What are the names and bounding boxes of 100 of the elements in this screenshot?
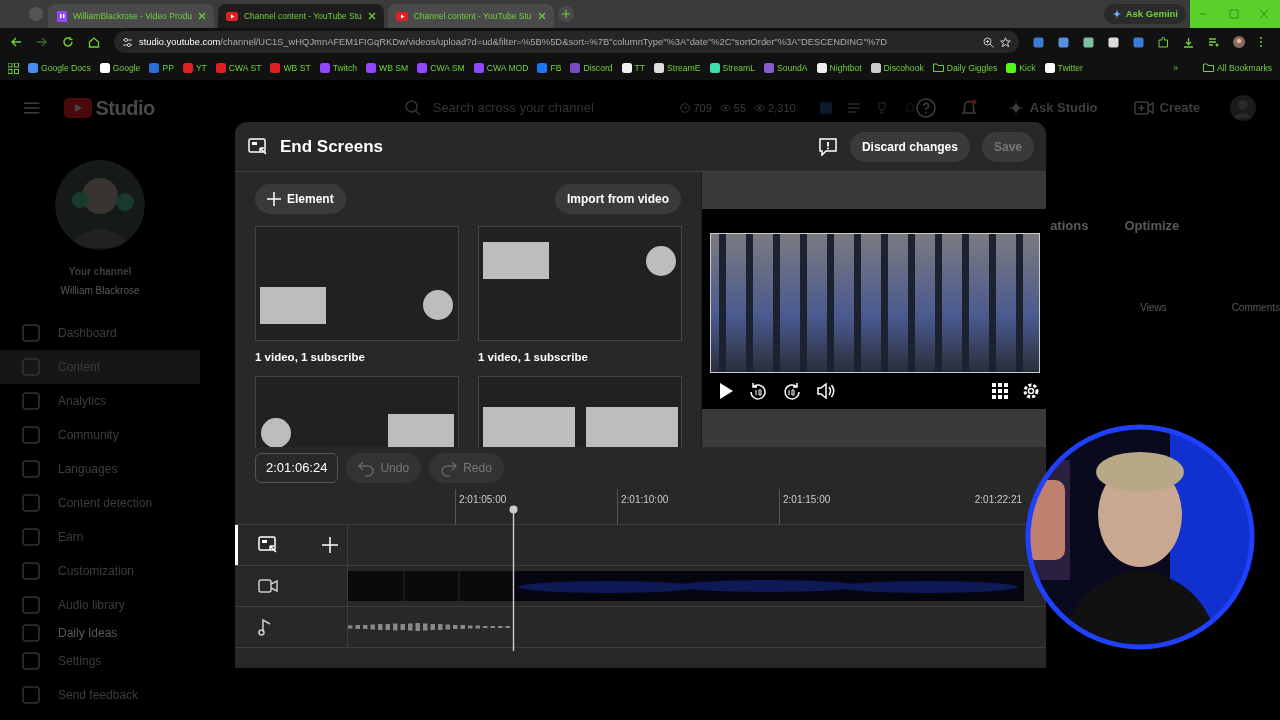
- address-bar[interactable]: studio.youtube.com/channel/UC1S_wHQJmnAFEM1FIGqRKDw/videos/upload?d=ud&filter=%5B%5D&sort=%7B"columnType"%3A"date"%2C"sortOrder"%3A"DESCENDING"%7D: [114, 31, 1019, 53]
- close-icon[interactable]: [537, 12, 546, 20]
- undo-icon: [358, 459, 375, 477]
- subscribe-slot: [423, 290, 453, 320]
- ask-gemini-button[interactable]: Ask Gemini: [1103, 3, 1186, 25]
- site-info-icon[interactable]: [122, 36, 133, 48]
- square-icon: [22, 686, 40, 704]
- eye-icon: [754, 104, 766, 112]
- bookmark[interactable]: CWA ST: [215, 61, 262, 75]
- grid-icon[interactable]: [992, 383, 1008, 400]
- browser-tab[interactable]: Channel content - YouTube Stu: [387, 4, 554, 28]
- square-icon: [22, 460, 40, 478]
- time-label: 2:01:05:00: [459, 494, 507, 505]
- site-icon: [270, 63, 281, 73]
- bookmark[interactable]: Google: [99, 61, 141, 75]
- site-icon: [319, 63, 330, 73]
- bookmark[interactable]: Discohook: [870, 61, 924, 75]
- stat-counter: 709: [680, 99, 712, 117]
- square-icon: [22, 596, 40, 614]
- site-icon: [417, 63, 428, 73]
- all-bookmarks-link[interactable]: All Bookmarks: [1203, 61, 1272, 75]
- bookmark[interactable]: StreamL: [709, 61, 755, 75]
- column-header: Comments: [1231, 300, 1280, 315]
- timecode-field[interactable]: 2:01:06:24: [255, 453, 339, 483]
- bookmark[interactable]: CWA SM: [417, 61, 465, 75]
- replay-10-icon[interactable]: [748, 381, 768, 402]
- bookmark[interactable]: FB: [537, 61, 562, 75]
- bookmark[interactable]: Discord: [570, 61, 613, 75]
- video-slot: [483, 242, 549, 279]
- site-icon: [1006, 63, 1017, 73]
- template-card[interactable]: [478, 376, 682, 447]
- play-icon[interactable]: [718, 382, 734, 401]
- settings-icon[interactable]: [1022, 382, 1040, 401]
- media-icon[interactable]: [1208, 36, 1219, 48]
- square-icon: [22, 358, 40, 376]
- sparkle-icon: [1111, 9, 1122, 19]
- add-icon[interactable]: [322, 537, 338, 553]
- import-from-video-button[interactable]: Import from video: [555, 184, 681, 214]
- home-icon[interactable]: [88, 36, 100, 48]
- new-tab-icon[interactable]: [557, 6, 574, 22]
- forward-10-icon[interactable]: [782, 381, 802, 402]
- site-icon: [654, 63, 665, 73]
- youtube-icon: [395, 11, 408, 21]
- music-note-icon: [258, 618, 272, 636]
- time-label: 2:01:22:21: [974, 494, 1022, 505]
- close-icon[interactable]: [367, 12, 376, 20]
- bookmark[interactable]: Kick: [1006, 61, 1036, 75]
- bookmark[interactable]: Twitter: [1044, 61, 1083, 75]
- bookmark[interactable]: SoundA: [764, 61, 808, 75]
- reload-icon[interactable]: [62, 36, 74, 48]
- apps-grid-icon[interactable]: [8, 62, 19, 74]
- extension-icon[interactable]: [1083, 36, 1094, 48]
- download-icon[interactable]: [1183, 36, 1194, 48]
- bookmark[interactable]: YT: [182, 61, 207, 75]
- bookmark[interactable]: Twitch: [319, 61, 358, 75]
- extension-icon[interactable]: [1108, 36, 1119, 48]
- forward-icon[interactable]: [36, 36, 48, 48]
- bookmark[interactable]: TT: [621, 61, 646, 75]
- template-card[interactable]: [478, 226, 682, 341]
- bookmark[interactable]: Nightbot: [816, 61, 862, 75]
- site-icon: [182, 63, 193, 73]
- end-screen-icon: [248, 137, 268, 156]
- template-label: 1 video, 1 subscribe: [255, 350, 366, 365]
- site-icon: [816, 63, 827, 73]
- template-card[interactable]: [255, 226, 459, 341]
- back-icon[interactable]: [10, 36, 22, 48]
- bookmark[interactable]: CWA MOD: [473, 61, 529, 75]
- more-bookmarks-button[interactable]: »: [1173, 61, 1179, 75]
- bookmark[interactable]: WB ST: [270, 61, 311, 75]
- template-card[interactable]: [255, 376, 459, 447]
- extension-icon[interactable]: [1058, 36, 1069, 48]
- close-icon[interactable]: [197, 12, 206, 20]
- bookmark[interactable]: StreamE: [654, 61, 701, 75]
- discard-changes-button[interactable]: Discard changes: [849, 131, 970, 162]
- site-icon: [28, 63, 38, 73]
- bookmark[interactable]: WB SM: [366, 61, 409, 75]
- bookmark[interactable]: PP: [149, 61, 174, 75]
- add-element-button[interactable]: Element: [255, 184, 346, 214]
- bookmark[interactable]: Daily Giggles: [932, 61, 998, 75]
- track-header[interactable]: [235, 525, 348, 565]
- zoom-icon[interactable]: [983, 36, 994, 48]
- puzzle-icon[interactable]: [1158, 36, 1169, 48]
- volume-icon[interactable]: [816, 382, 836, 401]
- browser-tab[interactable]: WilliamBlackrose - Video Produ: [48, 4, 214, 28]
- feedback-icon[interactable]: [817, 136, 838, 157]
- eye-icon: [719, 104, 731, 112]
- playhead[interactable]: [508, 505, 518, 651]
- site-icon: [709, 63, 720, 73]
- square-icon: [22, 426, 40, 444]
- browser-tab[interactable]: Channel content - YouTube Stu: [217, 4, 384, 28]
- square-icon: [22, 392, 40, 410]
- star-icon[interactable]: [1000, 36, 1011, 48]
- site-icon: [537, 63, 548, 73]
- bookmark[interactable]: Google Docs: [28, 61, 91, 75]
- square-icon: [22, 562, 40, 580]
- plus-icon: [267, 192, 281, 206]
- site-icon: [99, 63, 110, 73]
- more-icon[interactable]: [1259, 36, 1263, 48]
- square-icon: [22, 324, 40, 342]
- profile-avatar-icon[interactable]: [1233, 36, 1245, 48]
